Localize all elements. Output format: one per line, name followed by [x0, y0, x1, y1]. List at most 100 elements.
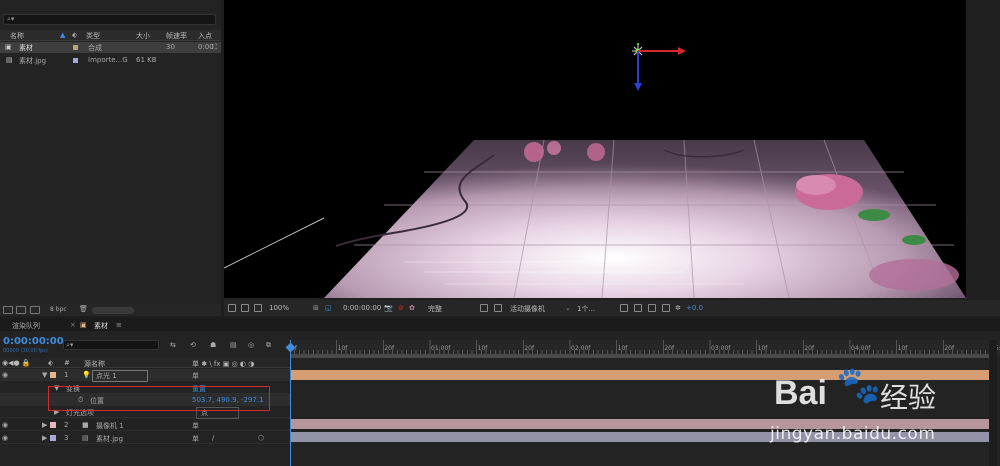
col-size[interactable]: 大小	[136, 31, 150, 41]
draft-3d-icon[interactable]: ⟲	[190, 341, 196, 349]
ruler-label: 03:00f	[711, 345, 731, 352]
col-source-name[interactable]: 源名称	[84, 359, 105, 369]
tab-render-queue[interactable]: 渲染队列	[12, 321, 40, 331]
layer-row[interactable]: ◉ ▶ 3 ▤ 素材.jpg 单 / ⬡	[0, 432, 290, 444]
item-type: Importe...G	[88, 56, 128, 64]
3d-renderer-icon[interactable]	[620, 304, 628, 312]
layer-name[interactable]: 摄像机 1	[96, 421, 124, 431]
col-in-point[interactable]: 入点	[198, 31, 212, 41]
tab-comp[interactable]: 素材	[94, 321, 108, 331]
trash-icon[interactable]: 🗑	[79, 305, 88, 313]
always-preview-icon[interactable]	[228, 304, 236, 312]
timeline-link-icon[interactable]	[648, 304, 656, 312]
layer-name[interactable]: 素材.jpg	[96, 434, 123, 444]
col-name[interactable]: 名称	[10, 31, 24, 41]
project-item-comp[interactable]: ▣ 素材 合成 30 0:00 ⛶	[0, 42, 221, 53]
ruler-label: 20f	[384, 345, 395, 352]
dropdown-arrow-icon[interactable]: ⌄	[565, 304, 571, 312]
thumbnail-size-slider[interactable]	[92, 307, 134, 314]
time-ruler[interactable]: 0f10f20f01:00f10f20f02:00f10f20f03:00f10…	[290, 340, 1000, 354]
zoom-dropdown[interactable]: 100%	[269, 304, 289, 312]
ruler-label: 10f	[477, 345, 488, 352]
3d-layer-icon[interactable]: ⬡	[258, 434, 264, 442]
sort-arrow-icon[interactable]: ▲	[60, 31, 65, 39]
viewer-timecode[interactable]: 0:00:00:00	[343, 304, 381, 312]
layer-switch[interactable]: 单	[192, 434, 199, 444]
new-folder-icon[interactable]	[16, 306, 26, 314]
label-swatch[interactable]	[50, 435, 56, 441]
paw-icon: 🐾	[836, 365, 881, 406]
project-search-input[interactable]: ⌕▾	[3, 14, 216, 25]
col-type[interactable]: 类型	[86, 31, 100, 41]
pixel-aspect-icon[interactable]	[662, 304, 670, 312]
new-comp-icon[interactable]	[30, 306, 40, 314]
watermark-suffix: 经验	[880, 381, 937, 414]
ruler-label: 04:00f	[851, 345, 871, 352]
snapshot-icon[interactable]: 📷	[384, 304, 393, 312]
motion-blur-icon[interactable]: ◎	[248, 341, 254, 349]
show-channel-icon[interactable]: ⊘	[398, 304, 404, 312]
project-item-image[interactable]: ▤ 素材.jpg Importe...G 61 KB	[0, 55, 221, 66]
composition-icon: ▣	[5, 43, 12, 51]
view-layout-dropdown[interactable]: 1个...	[577, 304, 595, 314]
transparency-grid-icon[interactable]	[480, 304, 488, 312]
display-icon[interactable]	[241, 304, 249, 312]
layer-row[interactable]: ◉ ▼ 1 💡 点光 1 单	[0, 369, 290, 382]
frame-blending-icon[interactable]: ▤	[230, 341, 237, 349]
playhead[interactable]	[290, 340, 291, 466]
col-number: #	[64, 359, 70, 367]
bit-depth-button[interactable]: 8 bpc	[50, 306, 67, 313]
visibility-icon[interactable]: ◉	[2, 434, 8, 442]
comp-flowchart-icon[interactable]	[634, 304, 642, 312]
comp-mini-flowchart-icon[interactable]: ⇆	[170, 341, 176, 349]
highlight-box	[48, 386, 270, 411]
layer-number: 1	[64, 371, 69, 379]
ruler-label: 10f	[617, 345, 628, 352]
expand-arrow-icon[interactable]: ▶	[42, 421, 47, 429]
label-column-icon: ⬖	[48, 359, 54, 367]
layer-switch[interactable]: 单	[192, 421, 199, 431]
label-swatch[interactable]	[50, 372, 56, 378]
vr-icon[interactable]	[254, 304, 262, 312]
flowchart-icon[interactable]: ⛶	[212, 43, 217, 52]
expand-arrow-icon[interactable]: ▼	[42, 371, 47, 379]
region-of-interest-icon[interactable]: ◱	[325, 304, 332, 312]
search-icon: ⌕▾	[66, 341, 74, 349]
interpret-footage-icon[interactable]	[3, 306, 13, 314]
visibility-icon[interactable]: ◉	[2, 421, 8, 429]
layer-name-field[interactable]: 点光 1	[92, 370, 148, 382]
menu-icon[interactable]: ≡	[116, 321, 122, 329]
title-safe-icon[interactable]: ⊞	[313, 304, 319, 312]
item-name: 素材	[19, 44, 33, 52]
composition-canvas[interactable]	[224, 0, 966, 298]
layer-switch[interactable]: 单	[192, 371, 199, 381]
composition-viewer: 100% ⊞ ◱ 0:00:00:00 📷 ⊘ ✿ 完整 活动摄像机 ⌄ 1个.…	[224, 0, 1000, 316]
work-area-bar[interactable]	[290, 354, 990, 358]
color-channel-icon[interactable]: ✿	[409, 304, 415, 312]
resolution-dropdown[interactable]: 完整	[428, 304, 442, 314]
visibility-icon[interactable]: ◉	[2, 371, 8, 379]
ruler-label: 20f	[524, 345, 535, 352]
camera-dropdown[interactable]: 活动摄像机	[510, 304, 545, 314]
expand-arrow-icon[interactable]: ▶	[42, 434, 47, 442]
quality-icon[interactable]: /	[212, 434, 214, 442]
col-fps[interactable]: 帧速率	[166, 31, 187, 41]
layer-row[interactable]: ◉ ▶ 2 ■ 摄像机 1 单	[0, 419, 290, 431]
ruler-label: 20f	[804, 345, 815, 352]
label-swatch[interactable]	[73, 58, 78, 63]
exposure-icon[interactable]: ✲	[675, 304, 681, 312]
av-features-icons: ◉◀● 🔒	[2, 359, 31, 367]
fast-preview-icon[interactable]	[494, 304, 502, 312]
label-swatch[interactable]	[73, 45, 78, 50]
ruler-label: 10f	[337, 345, 348, 352]
light-icon: 💡	[82, 371, 91, 379]
current-time-display[interactable]: 0:00:00:00	[3, 336, 64, 347]
shy-layers-icon[interactable]: ☗	[210, 341, 216, 349]
label-swatch[interactable]	[50, 422, 56, 428]
layer-search-input[interactable]: ⌕▾	[63, 340, 159, 350]
close-icon[interactable]: ×	[70, 321, 76, 329]
label-tag-icon[interactable]: ⬖	[72, 31, 77, 39]
graph-editor-icon[interactable]: ⧉	[266, 341, 271, 350]
light-position-gizmo[interactable]	[632, 43, 686, 91]
exposure-value[interactable]: +0.0	[686, 304, 703, 312]
